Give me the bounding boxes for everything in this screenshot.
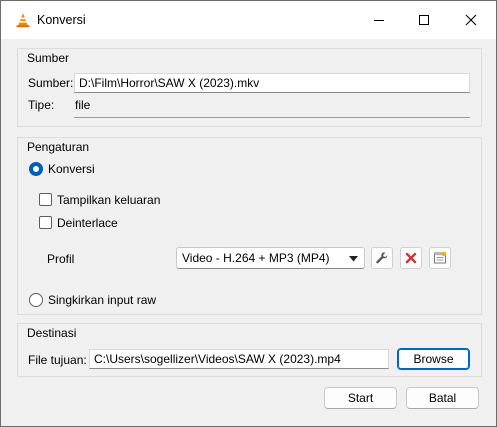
new-profile-button[interactable]	[429, 247, 451, 269]
edit-profile-button[interactable]	[371, 247, 393, 269]
raw-input-label[interactable]: Singkirkan input raw	[48, 293, 156, 307]
show-output-label[interactable]: Tampilkan keluaran	[57, 193, 160, 207]
wrench-icon	[376, 252, 388, 264]
new-profile-icon	[434, 251, 447, 264]
source-path-field[interactable]: D:\Film\Horror\SAW X (2023).mkv	[74, 73, 470, 93]
minimize-button[interactable]	[356, 1, 402, 39]
deinterlace-label[interactable]: Deinterlace	[57, 216, 118, 230]
show-output-checkbox[interactable]	[39, 193, 52, 206]
settings-group: Pengaturan Konversi Tampilkan keluaran D…	[17, 137, 482, 315]
chevron-down-icon	[349, 256, 358, 262]
destination-group-title: Destinasi	[27, 326, 77, 340]
delete-icon	[405, 252, 417, 264]
source-group-title: Sumber	[27, 51, 70, 65]
close-button[interactable]	[448, 1, 494, 39]
type-label: Tipe:	[28, 98, 55, 112]
convert-label[interactable]: Konversi	[48, 162, 95, 176]
window-title: Konversi	[37, 13, 86, 27]
type-value: file	[75, 98, 91, 112]
deinterlace-checkbox[interactable]	[39, 216, 52, 229]
convert-radio[interactable]	[29, 162, 43, 176]
profile-select[interactable]: Video - H.264 + MP3 (MP4)	[176, 247, 365, 269]
destination-group: Destinasi File tujuan: C:\Users\sogelliz…	[17, 323, 482, 377]
minimize-icon	[374, 20, 384, 21]
source-group: Sumber Sumber: D:\Film\Horror\SAW X (202…	[17, 48, 482, 127]
profile-label: Profil	[47, 252, 75, 266]
type-underline	[74, 117, 470, 118]
maximize-button[interactable]	[401, 1, 447, 39]
file-destination-field[interactable]: C:\Users\sogellizer\Videos\SAW X (2023).…	[89, 349, 389, 369]
settings-group-title: Pengaturan	[27, 140, 90, 154]
profile-select-value: Video - H.264 + MP3 (MP4)	[182, 251, 330, 265]
start-button[interactable]: Start	[324, 387, 397, 409]
delete-profile-button[interactable]	[400, 247, 422, 269]
convert-dialog: Konversi Sumber Sumber: D:\Film\Horror\S…	[0, 0, 497, 427]
cancel-button[interactable]: Batal	[406, 387, 479, 409]
vlc-cone-icon	[15, 12, 31, 28]
browse-button[interactable]: Browse	[397, 348, 470, 370]
maximize-icon	[419, 15, 429, 25]
source-label: Sumber:	[28, 76, 74, 90]
raw-input-radio[interactable]	[29, 293, 43, 307]
file-destination-label: File tujuan:	[28, 353, 87, 367]
close-icon	[465, 14, 477, 26]
title-bar: Konversi	[1, 1, 496, 39]
